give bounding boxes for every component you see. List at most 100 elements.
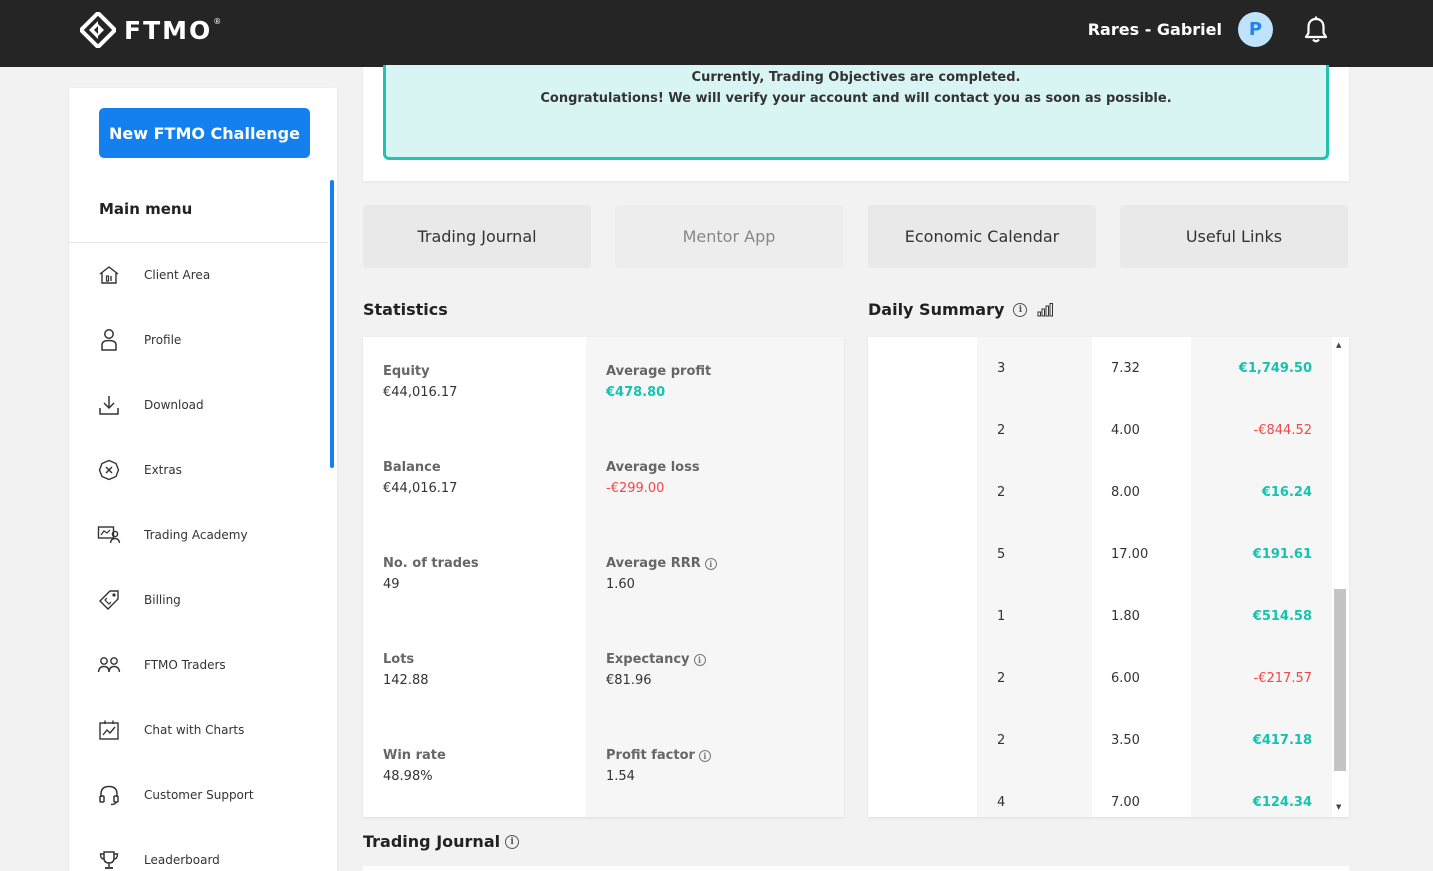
stat-value: €81.96 bbox=[606, 673, 652, 688]
info-icon[interactable]: i bbox=[505, 834, 520, 849]
stat-label-wrap: Profit factor i bbox=[606, 748, 844, 763]
stat-label: Average profit bbox=[606, 364, 712, 379]
sidebar-item-leaderboard[interactable]: Leaderboard bbox=[97, 845, 327, 871]
sidebar-item-download[interactable]: Download bbox=[97, 390, 327, 420]
daily-summary-scrollbar[interactable]: ▲ ▼ bbox=[1332, 337, 1349, 817]
date-cell bbox=[868, 337, 977, 399]
stat-row: Equity €44,016.17 Average profit €478.80 bbox=[363, 337, 844, 433]
sidebar-item-label: Customer Support bbox=[144, 788, 254, 802]
date-cell bbox=[868, 771, 977, 817]
trading-journal-panel bbox=[363, 866, 1349, 871]
sidebar-item-customer-support[interactable]: Customer Support bbox=[97, 780, 327, 810]
trophy-icon bbox=[97, 848, 121, 871]
sidebar: New FTMO Challenge Main menu Client Area… bbox=[69, 88, 337, 871]
lots-cell: 6.00 bbox=[1092, 647, 1191, 709]
user-name[interactable]: Rares - Gabriel bbox=[1088, 20, 1222, 39]
trades-cell: 2 bbox=[977, 647, 1092, 709]
registered-mark: ® bbox=[213, 16, 222, 26]
stat-label-wrap: Average RRR i bbox=[606, 556, 844, 571]
scroll-down-arrow-icon[interactable]: ▼ bbox=[1336, 803, 1341, 811]
table-row: 5 17.00 €191.61 bbox=[868, 523, 1332, 585]
avatar[interactable]: P bbox=[1238, 12, 1273, 47]
sidebar-item-profile[interactable]: Profile bbox=[97, 325, 327, 355]
result-cell: €191.61 bbox=[1191, 523, 1332, 585]
result-cell: €1,749.50 bbox=[1191, 337, 1332, 399]
stat-value: €44,016.17 bbox=[383, 385, 458, 400]
trades-cell: 2 bbox=[977, 399, 1092, 461]
top-bar: FTMO ® Rares - Gabriel P bbox=[0, 0, 1433, 67]
statistics-panel: Equity €44,016.17 Average profit €478.80… bbox=[363, 337, 844, 817]
lots-cell: 17.00 bbox=[1092, 523, 1191, 585]
scroll-up-arrow-icon[interactable]: ▲ bbox=[1336, 341, 1341, 349]
stat-equity: Equity €44,016.17 bbox=[363, 337, 586, 433]
useful-links-button[interactable]: Useful Links bbox=[1120, 205, 1348, 268]
home-icon bbox=[97, 263, 121, 287]
info-icon[interactable]: i bbox=[698, 749, 711, 762]
sidebar-item-client-area[interactable]: Client Area bbox=[97, 260, 327, 290]
new-ftmo-challenge-button[interactable]: New FTMO Challenge bbox=[99, 108, 310, 158]
sidebar-item-label: Trading Academy bbox=[144, 528, 248, 542]
lots-cell: 3.50 bbox=[1092, 709, 1191, 771]
trades-cell: 4 bbox=[977, 771, 1092, 817]
table-row: 2 4.00 -€844.52 bbox=[868, 399, 1332, 461]
user-icon bbox=[97, 328, 121, 352]
menu-divider bbox=[69, 242, 328, 243]
trades-cell: 2 bbox=[977, 461, 1092, 523]
sidebar-item-billing[interactable]: Billing bbox=[97, 585, 327, 615]
stat-row: Lots 142.88 Expectancy i €81.96 bbox=[363, 625, 844, 721]
lots-cell: 4.00 bbox=[1092, 399, 1191, 461]
table-row: 3 7.32 €1,749.50 bbox=[868, 337, 1332, 399]
stat-row: Balance €44,016.17 Average loss -€299.00 bbox=[363, 433, 844, 529]
sidebar-item-label: Leaderboard bbox=[144, 853, 220, 867]
stat-label: Balance bbox=[383, 460, 441, 475]
trading-journal-button[interactable]: Trading Journal bbox=[363, 205, 591, 268]
info-icon[interactable]: i bbox=[693, 653, 706, 666]
sidebar-item-label: FTMO Traders bbox=[144, 658, 226, 672]
chart-chat-icon bbox=[97, 718, 121, 742]
stat-balance: Balance €44,016.17 bbox=[363, 433, 586, 529]
notifications-bell-icon[interactable] bbox=[1303, 16, 1329, 44]
daily-summary-panel[interactable]: 3 7.32 €1,749.50 2 4.00 -€844.52 2 8.00 … bbox=[868, 337, 1349, 817]
sidebar-item-extras[interactable]: Extras bbox=[97, 455, 327, 485]
sidebar-item-label: Chat with Charts bbox=[144, 723, 245, 737]
date-cell bbox=[868, 585, 977, 647]
academy-icon bbox=[97, 523, 121, 547]
headset-icon bbox=[97, 783, 121, 807]
trades-cell: 2 bbox=[977, 709, 1092, 771]
mentor-app-button[interactable]: Mentor App bbox=[615, 205, 843, 268]
statistics-title: Statistics bbox=[363, 300, 448, 319]
stat-value: -€299.00 bbox=[606, 481, 665, 496]
table-row: 2 8.00 €16.24 bbox=[868, 461, 1332, 523]
stat-win-rate: Win rate 48.98% bbox=[363, 721, 586, 817]
stat-row: Win rate 48.98% Profit factor i 1.54 bbox=[363, 721, 844, 817]
date-cell bbox=[868, 523, 977, 585]
ftmo-logo[interactable]: FTMO ® bbox=[80, 12, 221, 48]
stat-value: 49 bbox=[383, 577, 400, 592]
stat-number-of-trades: No. of trades 49 bbox=[363, 529, 586, 625]
trades-cell: 3 bbox=[977, 337, 1092, 399]
stat-value: 48.98% bbox=[383, 769, 433, 784]
sidebar-item-chat-with-charts[interactable]: Chat with Charts bbox=[97, 715, 327, 745]
result-cell: -€844.52 bbox=[1191, 399, 1332, 461]
stat-label: No. of trades bbox=[383, 556, 479, 571]
download-icon bbox=[97, 393, 121, 417]
statistics-title-text: Statistics bbox=[363, 300, 448, 319]
sidebar-item-label: Client Area bbox=[144, 268, 211, 282]
sidebar-item-ftmo-traders[interactable]: FTMO Traders bbox=[97, 650, 327, 680]
info-icon[interactable]: i bbox=[704, 557, 717, 570]
bar-chart-icon[interactable] bbox=[1037, 302, 1054, 317]
sidebar-item-label: Extras bbox=[144, 463, 182, 477]
result-cell: €16.24 bbox=[1191, 461, 1332, 523]
date-cell bbox=[868, 461, 977, 523]
objectives-notice-card: Currently, Trading Objectives are comple… bbox=[363, 65, 1349, 181]
stat-profit-factor: Profit factor i 1.54 bbox=[586, 721, 844, 817]
sidebar-item-trading-academy[interactable]: Trading Academy bbox=[97, 520, 327, 550]
lots-cell: 7.00 bbox=[1092, 771, 1191, 817]
info-icon[interactable]: i bbox=[1013, 302, 1028, 317]
scrollbar-thumb[interactable] bbox=[1334, 589, 1346, 771]
sidebar-item-label: Billing bbox=[144, 593, 181, 607]
table-row: 4 7.00 €124.34 bbox=[868, 771, 1332, 817]
stat-label: Expectancy bbox=[606, 652, 690, 667]
economic-calendar-button[interactable]: Economic Calendar bbox=[868, 205, 1096, 268]
sidebar-scrollbar[interactable] bbox=[330, 180, 334, 468]
